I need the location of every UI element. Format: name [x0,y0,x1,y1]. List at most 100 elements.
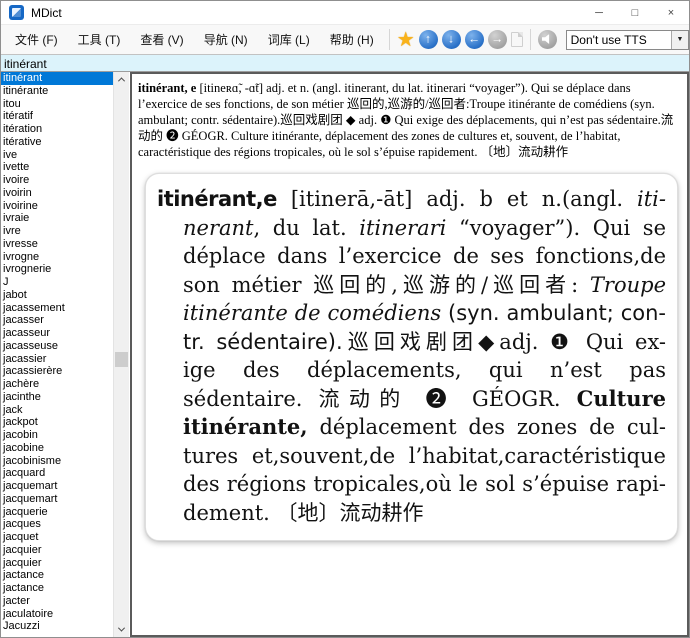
list-item[interactable]: ivre [1,225,114,238]
list-item[interactable]: jacasseur [1,327,114,340]
scan-text-segment: nerant [183,216,253,240]
list-item[interactable]: jacquard [1,467,114,480]
list-item[interactable]: jacasser [1,314,114,327]
maximize-button[interactable]: □ [617,1,653,24]
main-area: itinérantitinéranteitouitératifitération… [1,72,689,637]
scan-text-segment: ige des déplacements, qui n’est pas [183,358,666,382]
menu-item[interactable]: 工具 (T) [68,31,131,48]
mdict-window: MDict ─ □ × 文件 (F)工具 (T)查看 (V)导航 (N)词库 (… [0,0,690,638]
wordlist-panel: itinérantitinéranteitouitératifitération… [1,72,130,637]
list-item[interactable]: jacassement [1,302,114,315]
list-item[interactable]: ivette [1,161,114,174]
list-item[interactable]: ivresse [1,238,114,251]
scan-text-segment: Troupe [590,273,666,297]
list-item[interactable]: itinérant [1,72,114,85]
list-item[interactable]: jackpot [1,416,114,429]
menu-item[interactable]: 帮助 (H) [320,31,384,48]
list-item[interactable]: ive [1,149,114,162]
tts-selected-value: Don't use TTS [571,33,647,47]
list-item[interactable]: jacassierère [1,365,114,378]
scan-line: itinérante, déplacement des zones de cul… [157,413,666,442]
minimize-button[interactable]: ─ [581,1,617,24]
list-item[interactable]: jactance [1,569,114,582]
list-item[interactable]: jacassier [1,353,114,366]
list-item[interactable]: jacobinisme [1,455,114,468]
list-item[interactable]: jacquier [1,544,114,557]
list-item[interactable]: Jacuzzi [1,620,114,633]
list-item[interactable]: ivoire [1,174,114,187]
scan-text-segment: iti- [637,187,666,211]
search-input[interactable] [1,56,689,72]
scan-text-segment: [itinerā,-āt] adj. b et n.(angl. [277,187,637,211]
scrollbar-thumb[interactable] [115,352,128,367]
scan-text-segment: “voyager”). Qui se [446,216,666,240]
search-bar [1,54,689,72]
list-item[interactable]: ivrognerie [1,263,114,276]
scan-line: ige des déplacements, qui n’est pas [157,356,666,385]
definition-headword: itinérant, e [138,81,196,95]
list-item[interactable]: jabot [1,289,114,302]
list-item[interactable]: itératif [1,110,114,123]
scrollbar-down-button[interactable] [114,622,129,637]
scan-text-segment: son métier 巡回的,巡游的/巡回者: [183,273,590,297]
list-item[interactable]: ivraie [1,212,114,225]
scan-line: itinérant,e [itinerā,-āt] adj. b et n.(a… [157,185,666,214]
word-list: itinérantitinéranteitouitératifitération… [1,72,114,637]
back-button[interactable]: ← [465,30,484,49]
speaker-button-disabled[interactable] [538,30,557,49]
list-item[interactable]: jack [1,404,114,417]
menu-item[interactable]: 查看 (V) [130,31,193,48]
scan-text-segment: 巡回戏剧团◆adj. ❶ Qui ex- [343,330,666,354]
next-entry-button[interactable]: ↓ [442,30,461,49]
list-item[interactable]: jacter [1,595,114,608]
list-item[interactable]: jacasseuse [1,340,114,353]
tts-select[interactable]: Don't use TTS ▼ [566,30,689,50]
chevron-down-icon [118,625,125,632]
app-icon [9,5,24,20]
scan-line: itinérante de comédiens (syn. ambulant; … [157,299,666,328]
arrow-down-icon: ↓ [442,30,461,49]
previous-entry-button[interactable]: ↑ [419,30,438,49]
list-item[interactable]: jacinthe [1,391,114,404]
scan-line: tures et,souvent,de l’habitat,caractéris… [157,442,666,471]
definition-body: [itineʀɑ̃, -ɑ̃t] adj. et n. (angl. itine… [138,81,673,159]
list-item[interactable]: jacquier [1,557,114,570]
scan-line: son métier 巡回的,巡游的/巡回者: Troupe [157,271,666,300]
list-item[interactable]: jacquet [1,531,114,544]
forward-button-disabled[interactable]: → [488,30,507,49]
list-item[interactable]: jacobin [1,429,114,442]
list-item[interactable]: jacquerie [1,506,114,519]
list-item[interactable]: jaculatoire [1,608,114,621]
list-item[interactable]: jacques [1,518,114,531]
list-item[interactable]: jacquemart [1,480,114,493]
speaker-icon [542,34,553,44]
list-item[interactable]: jacobine [1,442,114,455]
list-item[interactable]: jachère [1,378,114,391]
menu-toolbar-row: 文件 (F)工具 (T)查看 (V)导航 (N)词库 (L)帮助 (H) ★ ↑… [1,25,689,54]
list-item[interactable]: ivrogne [1,251,114,264]
chevron-up-icon [118,77,125,84]
menu-item[interactable]: 导航 (N) [194,31,258,48]
close-button[interactable]: × [653,1,689,24]
list-item[interactable]: itinérante [1,85,114,98]
chevron-down-icon: ▼ [677,36,684,43]
list-item[interactable]: J [1,276,114,289]
list-item[interactable]: jactance [1,582,114,595]
menu-item[interactable]: 词库 (L) [258,31,320,48]
wordlist-scrollbar[interactable] [113,72,129,637]
combo-dropdown-button[interactable]: ▼ [671,31,688,49]
list-item[interactable]: jacquemart [1,493,114,506]
list-item[interactable]: ivoirin [1,187,114,200]
scan-text-segment: (syn. ambulant; con- [441,301,666,325]
copy-button-disabled[interactable] [511,32,523,47]
scan-text: itinérant,e [itinerā,-āt] adj. b et n.(a… [157,185,666,527]
scan-text-segment: , du lat. [253,216,359,240]
list-item[interactable]: itou [1,98,114,111]
list-item[interactable]: itérative [1,136,114,149]
list-item[interactable]: itération [1,123,114,136]
menu-item[interactable]: 文件 (F) [5,31,68,48]
star-icon: ★ [397,30,415,50]
list-item[interactable]: ivoirine [1,200,114,213]
scrollbar-up-button[interactable] [114,72,129,87]
favorites-button[interactable]: ★ [397,30,415,50]
